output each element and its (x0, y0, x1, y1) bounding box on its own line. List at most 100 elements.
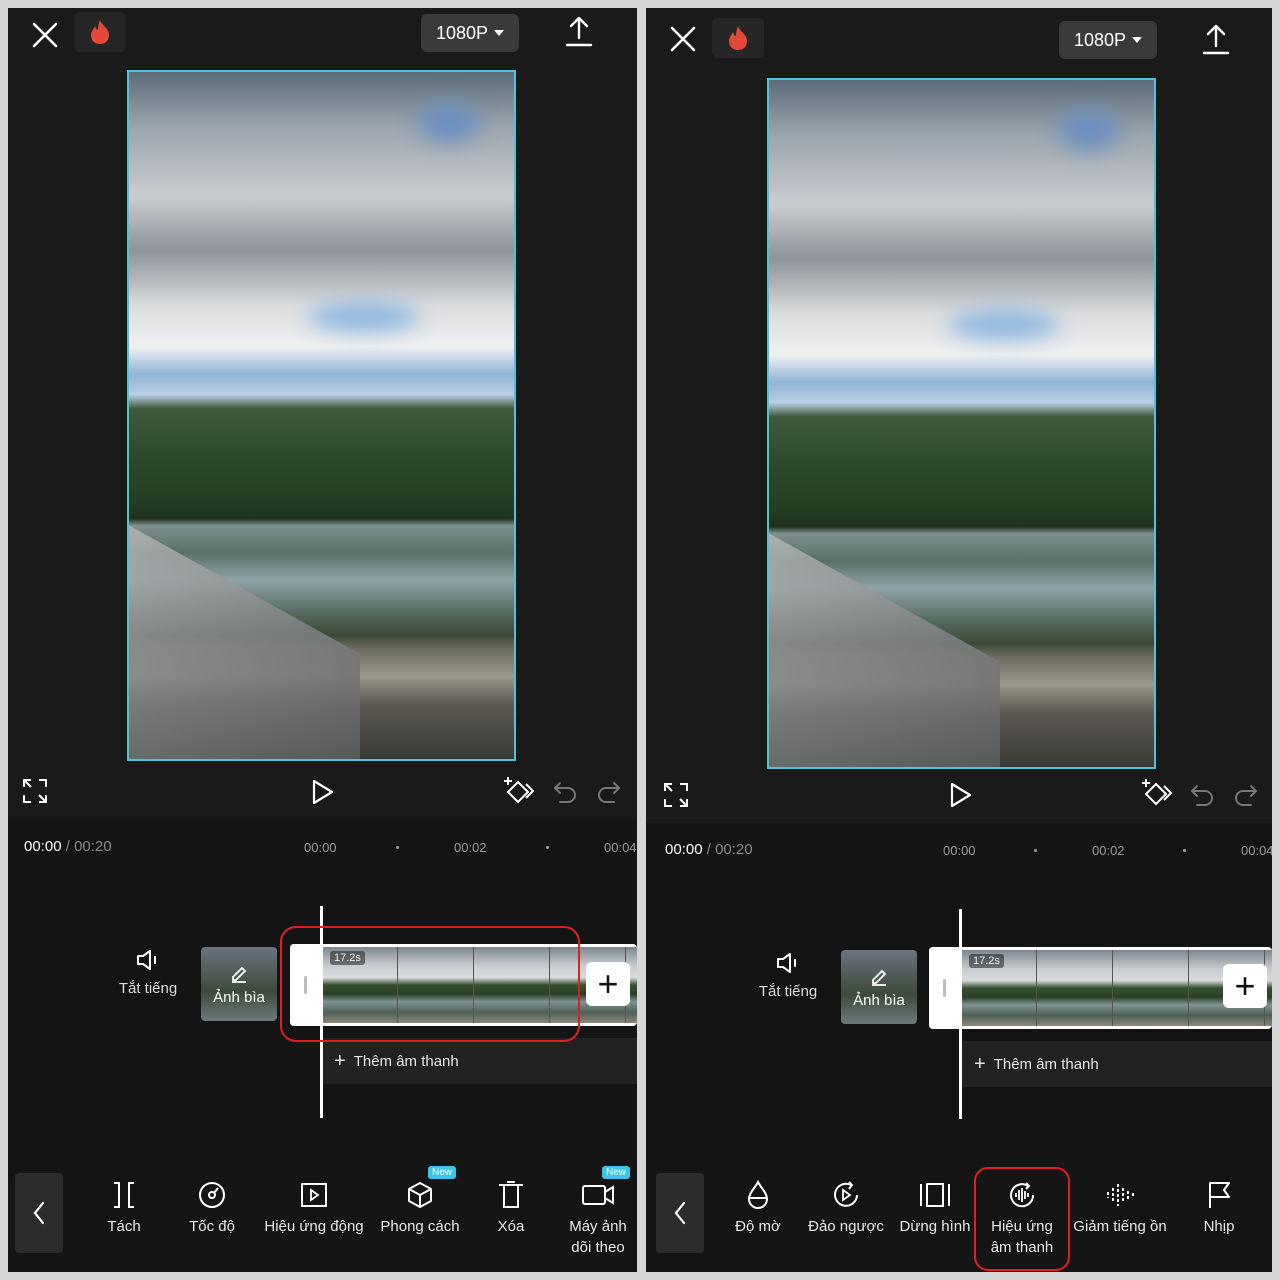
tool-opacity[interactable]: Độ mờ (728, 1180, 788, 1237)
video-clip[interactable]: 17.2s (929, 947, 1272, 1029)
opacity-drop-icon (747, 1180, 769, 1209)
plus-small-icon: + (334, 1049, 346, 1072)
back-button[interactable] (656, 1173, 704, 1253)
tool-label: Xóa (497, 1218, 525, 1235)
undo-icon[interactable] (1189, 783, 1215, 807)
noise-reduce-icon (1107, 1184, 1134, 1206)
timeline[interactable]: 00:00 / 00:20 00:00 00:02 00:04 Tắt tiến… (646, 823, 1272, 1163)
export-icon[interactable] (1201, 24, 1231, 56)
mute-label: Tắt tiếng (118, 980, 178, 997)
plus-icon: + (597, 963, 619, 1004)
new-badge: New (428, 1166, 457, 1179)
ruler-tick: 00:04 (1241, 843, 1272, 858)
ruler-dot (396, 846, 399, 849)
pro-fire-button[interactable] (74, 12, 126, 52)
timeline[interactable]: 00:00 / 00:20 00:00 00:02 00:04 Tắt tiến… (8, 820, 637, 1160)
resolution-dropdown[interactable]: 1080P (1059, 21, 1157, 59)
fire-icon (91, 20, 109, 44)
chevron-left-icon (33, 1201, 45, 1225)
ruler-tick: 00:00 (943, 843, 976, 858)
redo-icon[interactable] (596, 780, 622, 804)
speed-icon (199, 1182, 225, 1208)
time-readout: 00:00 / 00:20 (665, 841, 753, 858)
ruler-tick: 00:02 (1092, 843, 1125, 858)
keyframe-add-icon[interactable] (502, 776, 536, 806)
video-preview[interactable] (127, 70, 516, 761)
ruler-dot (1183, 849, 1186, 852)
sky-patch (419, 102, 479, 142)
tool-label: Nhịp (1203, 1218, 1235, 1235)
handle-grip (943, 979, 946, 997)
tool-label: Đảo ngược (808, 1218, 884, 1235)
add-audio-button[interactable]: + Thêm âm thanh (322, 1038, 637, 1084)
beat-flag-icon (1209, 1182, 1230, 1208)
tool-speed[interactable]: Tốc độ (180, 1180, 244, 1237)
resolution-dropdown[interactable]: 1080P (421, 14, 519, 52)
add-audio-label: Thêm âm thanh (993, 1055, 1099, 1073)
redo-icon[interactable] (1233, 783, 1259, 807)
fullscreen-icon[interactable] (22, 778, 48, 804)
speaker-mute-icon (137, 950, 156, 970)
sky-patch (949, 310, 1059, 340)
tool-label: Dừng hình (899, 1218, 971, 1235)
keyframe-add-icon[interactable] (1140, 778, 1174, 808)
style-cube-icon (408, 1182, 432, 1208)
add-clip-button[interactable]: + (1223, 964, 1267, 1008)
cover-label: Ảnh bìa (213, 988, 265, 1006)
clip-frame (1113, 950, 1189, 1026)
resolution-label: 1080P (1073, 29, 1127, 50)
tool-style[interactable]: Phong cách (376, 1180, 464, 1237)
sky-patch (1059, 110, 1119, 150)
fullscreen-icon[interactable] (663, 782, 689, 808)
total-time: 00:20 (715, 841, 753, 858)
close-icon[interactable] (30, 20, 60, 50)
add-clip-button[interactable]: + (586, 962, 630, 1006)
playhead[interactable] (959, 909, 962, 1119)
highlight-box (280, 926, 580, 1042)
time-separator: / (65, 838, 70, 855)
time-separator: / (706, 841, 711, 858)
tool-split[interactable]: Tách (94, 1180, 154, 1237)
split-icon (114, 1182, 134, 1208)
new-badge: New (602, 1166, 631, 1179)
tool-noise-reduction[interactable]: Giảm tiếng ồn (1070, 1180, 1170, 1237)
tool-reverse[interactable]: Đảo ngược (804, 1180, 888, 1237)
plus-small-icon: + (974, 1052, 986, 1075)
highlight-box (974, 1167, 1070, 1271)
clip-duration: 17.2s (969, 954, 1004, 968)
cover-button[interactable]: Ảnh bìa (841, 950, 917, 1024)
tool-freeze[interactable]: Dừng hình (896, 1180, 974, 1237)
ruler-dot (546, 846, 549, 849)
plus-icon: + (1234, 965, 1256, 1006)
cover-label: Ảnh bìa (853, 991, 905, 1009)
time-readout: 00:00 / 00:20 (24, 838, 112, 855)
resolution-label: 1080P (435, 22, 489, 43)
tool-label: Tách (107, 1218, 141, 1235)
fire-icon (729, 26, 747, 50)
tool-camera-tracking[interactable]: Máy ảnh dõi theo (560, 1180, 636, 1258)
edit-pencil-icon (872, 969, 887, 986)
play-icon[interactable] (310, 778, 336, 806)
close-icon[interactable] (668, 24, 698, 54)
mute-button[interactable]: Tắt tiếng (748, 951, 828, 1000)
cover-button[interactable]: Ảnh bìa (201, 947, 277, 1021)
tool-delete[interactable]: Xóa (486, 1180, 536, 1237)
back-button[interactable] (15, 1173, 63, 1253)
mute-label: Tắt tiếng (758, 983, 818, 1000)
undo-icon[interactable] (552, 780, 578, 804)
ruler-dot (1034, 849, 1037, 852)
tool-label: Độ mờ (735, 1218, 781, 1235)
add-audio-button[interactable]: + Thêm âm thanh (962, 1041, 1272, 1087)
tool-label: Giảm tiếng ồn (1073, 1218, 1167, 1235)
video-preview[interactable] (767, 78, 1156, 769)
tool-beat[interactable]: Nhịp (1194, 1180, 1244, 1237)
ruler-tick: 00:00 (304, 840, 337, 855)
mute-button[interactable]: Tắt tiếng (108, 948, 188, 997)
play-icon[interactable] (948, 781, 974, 809)
tool-animation[interactable]: Hiệu ứng động (260, 1180, 368, 1237)
pro-fire-button[interactable] (712, 18, 764, 58)
caret-down-icon (1132, 37, 1143, 43)
export-icon[interactable] (564, 16, 594, 48)
chevron-left-icon (674, 1201, 686, 1225)
camera-track-icon (582, 1185, 614, 1205)
